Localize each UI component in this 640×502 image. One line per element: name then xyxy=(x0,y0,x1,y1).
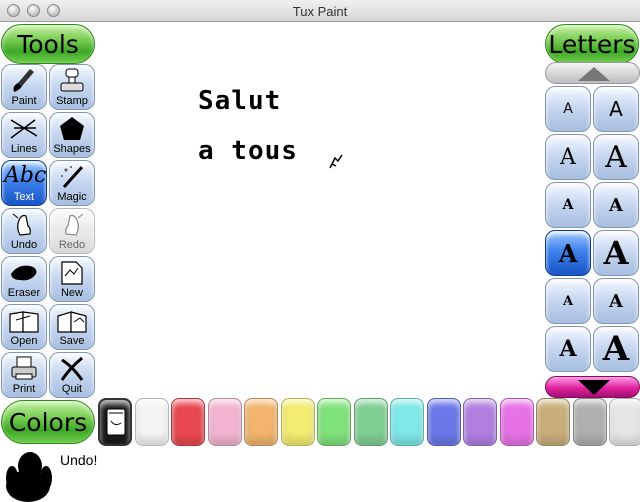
tool-quit-button[interactable]: Quit xyxy=(49,352,95,398)
status-message: Undo! xyxy=(60,452,98,468)
redo-hand-icon xyxy=(65,213,84,236)
new-page-icon xyxy=(61,261,83,285)
magic-wand-icon xyxy=(61,162,87,189)
letters-header: Letters xyxy=(545,24,639,64)
printer-icon xyxy=(11,356,37,380)
tool-shapes-button[interactable]: Shapes xyxy=(49,112,95,158)
font-option-button[interactable]: A xyxy=(593,182,639,228)
canvas-text-line-1: Salut xyxy=(198,86,282,116)
color-swatch-cyan[interactable] xyxy=(390,398,424,446)
tool-redo-button[interactable]: Redo xyxy=(49,208,95,254)
title-bar: Tux Paint xyxy=(0,0,640,22)
tux-penguin-icon xyxy=(6,452,52,502)
tool-label: Save xyxy=(59,335,85,347)
font-option-button[interactable]: A xyxy=(545,86,591,132)
stamp-icon xyxy=(60,68,84,92)
color-swatch-tan[interactable] xyxy=(536,398,570,446)
tool-save-button[interactable]: Save xyxy=(49,304,95,350)
tool-label: Stamp xyxy=(56,95,88,107)
font-option-button[interactable]: A xyxy=(545,134,591,180)
tool-text-button[interactable]: Abc Text xyxy=(1,160,47,206)
color-swatch-white[interactable] xyxy=(134,398,169,446)
color-swatch-gray[interactable] xyxy=(572,398,607,446)
font-option-button[interactable]: A xyxy=(593,278,639,324)
color-swatch-orange[interactable] xyxy=(244,398,278,446)
tool-paint-button[interactable]: Paint xyxy=(1,64,47,110)
tool-label: Text xyxy=(13,191,35,203)
font-option-button[interactable]: A xyxy=(593,86,639,132)
tool-label: Shapes xyxy=(53,143,91,155)
color-swatch-light-gray[interactable] xyxy=(609,398,640,446)
fonts-scroll-down-button[interactable] xyxy=(545,376,640,398)
color-swatch-blue[interactable] xyxy=(426,398,461,446)
tool-label: Eraser xyxy=(7,287,41,299)
tool-eraser-button[interactable]: Eraser xyxy=(1,256,47,302)
undo-hand-icon xyxy=(12,213,31,236)
eraser-icon xyxy=(11,265,37,281)
pentagon-icon xyxy=(60,117,84,140)
color-swatch-pink[interactable] xyxy=(207,398,242,446)
font-option-button[interactable]: A xyxy=(545,182,591,228)
tool-stamp-button[interactable]: Stamp xyxy=(49,64,95,110)
tool-undo-button[interactable]: Undo xyxy=(1,208,47,254)
text-cursor-icon xyxy=(329,154,343,169)
paint-bucket-icon xyxy=(106,408,126,436)
color-swatch-red[interactable] xyxy=(171,398,205,446)
arrow-down-icon xyxy=(578,380,610,395)
font-option-button[interactable]: A xyxy=(593,326,639,372)
tools-header: Tools xyxy=(1,24,95,64)
open-book-icon xyxy=(9,311,39,333)
color-swatch-purple[interactable] xyxy=(463,398,497,446)
window-title: Tux Paint xyxy=(292,4,348,19)
tool-label: Quit xyxy=(61,383,83,395)
save-book-icon xyxy=(57,311,87,333)
color-swatch-black[interactable] xyxy=(98,398,132,446)
tool-label: Undo xyxy=(10,239,38,251)
paintbrush-icon xyxy=(13,69,34,92)
font-option-button[interactable]: A xyxy=(545,230,591,276)
lines-icon xyxy=(10,119,38,139)
tool-label: Paint xyxy=(11,95,37,107)
tool-magic-button[interactable]: Magic xyxy=(49,160,95,206)
font-option-button[interactable]: A xyxy=(545,326,591,372)
color-swatch-light-green[interactable] xyxy=(317,398,351,446)
tool-label: Open xyxy=(10,335,38,347)
canvas-text-line-2: a tous xyxy=(198,136,298,166)
font-option-button[interactable]: A xyxy=(545,278,591,324)
colors-header: Colors xyxy=(1,400,95,444)
fonts-scroll-up-button[interactable] xyxy=(545,62,640,84)
text-icon: Abc xyxy=(4,163,47,188)
color-swatch-green[interactable] xyxy=(353,398,388,446)
tool-label: New xyxy=(60,287,83,299)
arrow-up-icon xyxy=(578,67,610,81)
tool-label: Lines xyxy=(10,143,38,155)
tool-label: Magic xyxy=(57,191,87,203)
drawing-canvas[interactable]: Salut a tous xyxy=(96,22,544,398)
tool-lines-button[interactable]: Lines xyxy=(1,112,47,158)
tool-open-button[interactable]: Open xyxy=(1,304,47,350)
tool-new-button[interactable]: New xyxy=(49,256,95,302)
tool-print-button[interactable]: Print xyxy=(1,352,47,398)
font-option-button[interactable]: A xyxy=(593,230,639,276)
tool-label: Print xyxy=(12,383,36,395)
color-swatch-yellow[interactable] xyxy=(280,398,315,446)
font-option-button[interactable]: A xyxy=(593,134,639,180)
tool-label: Redo xyxy=(58,239,86,251)
color-swatch-magenta[interactable] xyxy=(499,398,534,446)
quit-x-icon xyxy=(60,356,84,381)
